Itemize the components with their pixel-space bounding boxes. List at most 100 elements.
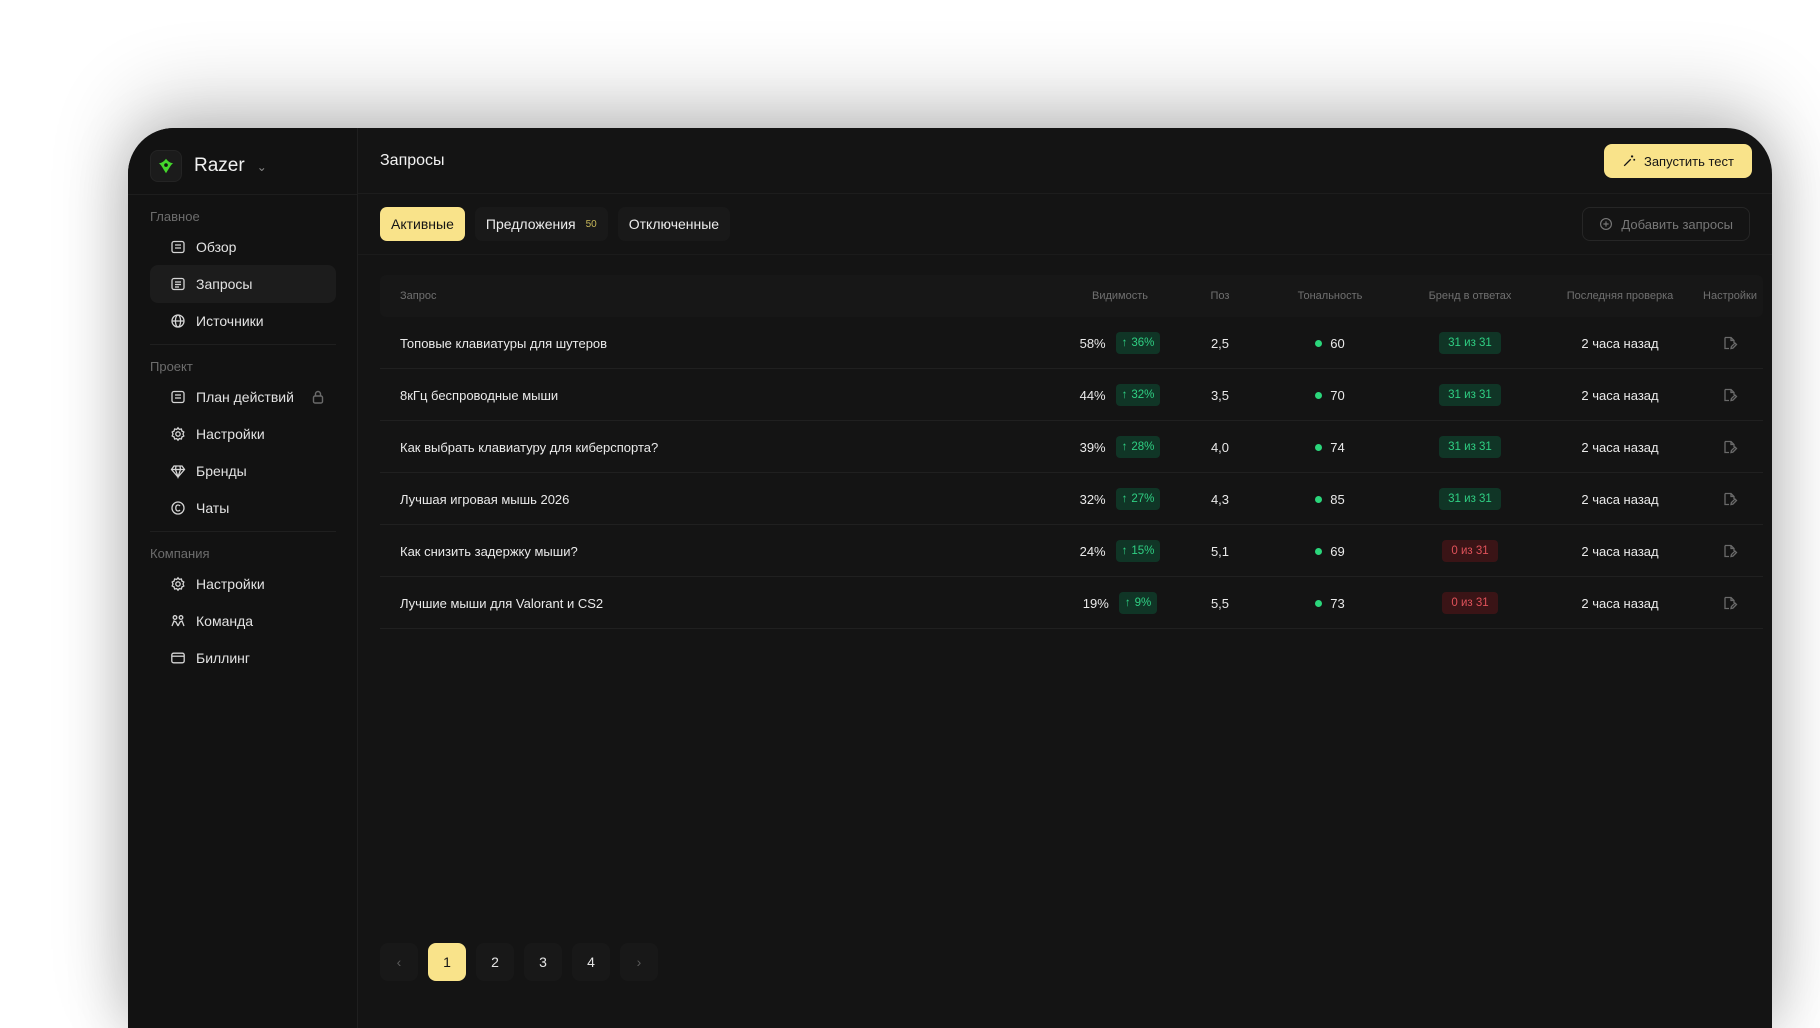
page-button-1[interactable]: 1 (428, 943, 466, 981)
delta-value: 27% (1131, 493, 1155, 505)
edit-settings-icon[interactable] (1722, 543, 1738, 559)
edit-settings-icon[interactable] (1722, 335, 1738, 351)
position-value: 4,0 (1210, 439, 1230, 455)
workspace-name: Razer (194, 155, 245, 176)
arrow-up-icon: ↑ (1124, 597, 1131, 609)
next-page-button[interactable]: › (620, 943, 658, 981)
sidebar-item-label: Чаты (196, 500, 230, 516)
brand-cell: 31 из 31 (1390, 317, 1550, 369)
tab-disabled[interactable]: Отключенные (617, 207, 731, 241)
lock-icon (312, 390, 324, 404)
visibility-delta-badge: ↑ 15% (1115, 540, 1161, 562)
razer-logo-icon (150, 150, 182, 182)
sidebar-item-chats[interactable]: Чаты (150, 489, 336, 527)
settings-cell (1680, 317, 1772, 369)
sidebar-item-overview[interactable]: Обзор (150, 228, 336, 266)
sidebar-item-sources[interactable]: Источники (150, 302, 336, 340)
table-row[interactable]: Топовые клавиатуры для шутеров 58% ↑ 36% 2,5… (380, 317, 1763, 369)
table-row[interactable]: 8кГц беспроводные мыши 44% ↑ 32% 3,5 70 31 из … (380, 369, 1763, 421)
column-header-position[interactable]: Поз (1170, 275, 1270, 317)
brand-mentions-badge: 0 из 31 (1442, 540, 1498, 562)
sidebar-item-label: Запросы (196, 276, 253, 292)
sidebar-item-company-settings[interactable]: Настройки (150, 565, 336, 603)
sidebar-item-queries[interactable]: Запросы (150, 265, 336, 303)
diamond-icon (170, 465, 186, 479)
visibility-delta-badge: ↑ 9% (1118, 592, 1158, 614)
tab-active[interactable]: Активные (380, 207, 465, 241)
visibility-delta-badge: ↑ 36% (1115, 332, 1161, 354)
page-button-2[interactable]: 2 (476, 943, 514, 981)
delta-value: 32% (1131, 389, 1155, 401)
query-text: Как выбрать клавиатуру для киберспорта? (400, 439, 659, 455)
column-header-tone[interactable]: Тональность (1260, 275, 1400, 317)
table-row[interactable]: Лучшие мыши для Valorant и CS2 19% ↑ 9% 5,5 7… (380, 577, 1763, 629)
brand-mentions-badge: 31 из 31 (1439, 488, 1501, 510)
plus-circle-icon (1600, 218, 1613, 230)
brand-cell: 31 из 31 (1390, 473, 1550, 525)
topbar: Запросы Запустить тест (358, 128, 1772, 194)
last-check-value: 2 часа назад (1581, 387, 1659, 403)
edit-settings-icon[interactable] (1722, 491, 1738, 507)
chat-icon (171, 501, 185, 515)
delta-value: 9% (1134, 597, 1152, 609)
sidebar-item-label: Источники (196, 313, 264, 329)
tone-value: 74 (1330, 439, 1345, 455)
column-header-last-check[interactable]: Последняя проверка (1565, 275, 1675, 317)
sidebar: Razer ⌄ Главное Обзор Запросы Источники … (128, 128, 358, 1028)
table-row[interactable]: Как выбрать клавиатуру для киберспорта? 3… (380, 421, 1763, 473)
edit-settings-icon[interactable] (1722, 387, 1738, 403)
settings-cell (1680, 369, 1772, 421)
sidebar-item-action-plan[interactable]: План действий (150, 378, 336, 416)
brand-cell: 31 из 31 (1390, 421, 1550, 473)
visibility-delta-badge: ↑ 28% (1115, 436, 1161, 458)
tab-suggestions[interactable]: Предложения 50 (474, 207, 608, 241)
count-badge: 50 (585, 218, 597, 230)
settings-cell (1680, 421, 1772, 473)
workspace-switcher[interactable]: Razer ⌄ (150, 146, 340, 186)
visibility-value: 19% (1082, 595, 1109, 611)
divider (358, 254, 1772, 255)
sidebar-item-label: Команда (196, 613, 254, 629)
last-check-value: 2 часа назад (1581, 491, 1659, 507)
brand-cell: 31 из 31 (1390, 369, 1550, 421)
tone-value: 60 (1330, 335, 1345, 351)
tone-cell: 60 (1260, 317, 1400, 369)
status-dot-icon (1315, 599, 1323, 607)
edit-settings-icon[interactable] (1722, 439, 1738, 455)
column-header-brand[interactable]: Бренд в ответах (1390, 275, 1550, 317)
delta-value: 28% (1131, 441, 1155, 453)
tone-cell: 74 (1260, 421, 1400, 473)
brand-mentions-badge: 31 из 31 (1439, 384, 1501, 406)
tone-cell: 73 (1260, 577, 1400, 629)
queries-table: Запрос Видимость Поз Тональность Бренд в… (380, 275, 1763, 629)
sidebar-item-project-settings[interactable]: Настройки (150, 415, 336, 453)
section-label-company: Компания (150, 546, 210, 561)
edit-settings-icon[interactable] (1722, 595, 1738, 611)
table-row[interactable]: Как снизить задержку мыши? 24% ↑ 15% 5,1 69 0 … (380, 525, 1763, 577)
brand-cell: 0 из 31 (1390, 577, 1550, 629)
sidebar-item-billing[interactable]: Биллинг (150, 639, 336, 677)
sidebar-item-brands[interactable]: Бренды (150, 452, 336, 490)
brand-mentions-badge: 31 из 31 (1439, 332, 1501, 354)
page-button-4[interactable]: 4 (572, 943, 610, 981)
section-label-main: Главное (150, 209, 200, 224)
add-queries-button[interactable]: Добавить запросы (1582, 207, 1750, 241)
column-header-query[interactable]: Запрос (400, 275, 1000, 317)
team-icon (171, 615, 185, 627)
query-text: Как снизить задержку мыши? (400, 543, 578, 559)
run-test-button[interactable]: Запустить тест (1603, 144, 1752, 178)
prev-page-button[interactable]: ‹ (380, 943, 418, 981)
page-button-3[interactable]: 3 (524, 943, 562, 981)
table-header: Запрос Видимость Поз Тональность Бренд в… (380, 275, 1763, 317)
sidebar-item-team[interactable]: Команда (150, 602, 336, 640)
query-text: Лучшая игровая мышь 2026 (400, 491, 570, 507)
overview-icon (171, 240, 185, 254)
tab-label: Отключенные (628, 216, 720, 232)
visibility-value: 44% (1079, 387, 1106, 403)
visibility-value: 58% (1079, 335, 1106, 351)
tone-cell: 70 (1260, 369, 1400, 421)
arrow-up-icon: ↑ (1121, 493, 1128, 505)
table-row[interactable]: Лучшая игровая мышь 2026 32% ↑ 27% 4,3 85 31 и… (380, 473, 1763, 525)
tone-cell: 69 (1260, 525, 1400, 577)
last-check-value: 2 часа назад (1581, 543, 1659, 559)
